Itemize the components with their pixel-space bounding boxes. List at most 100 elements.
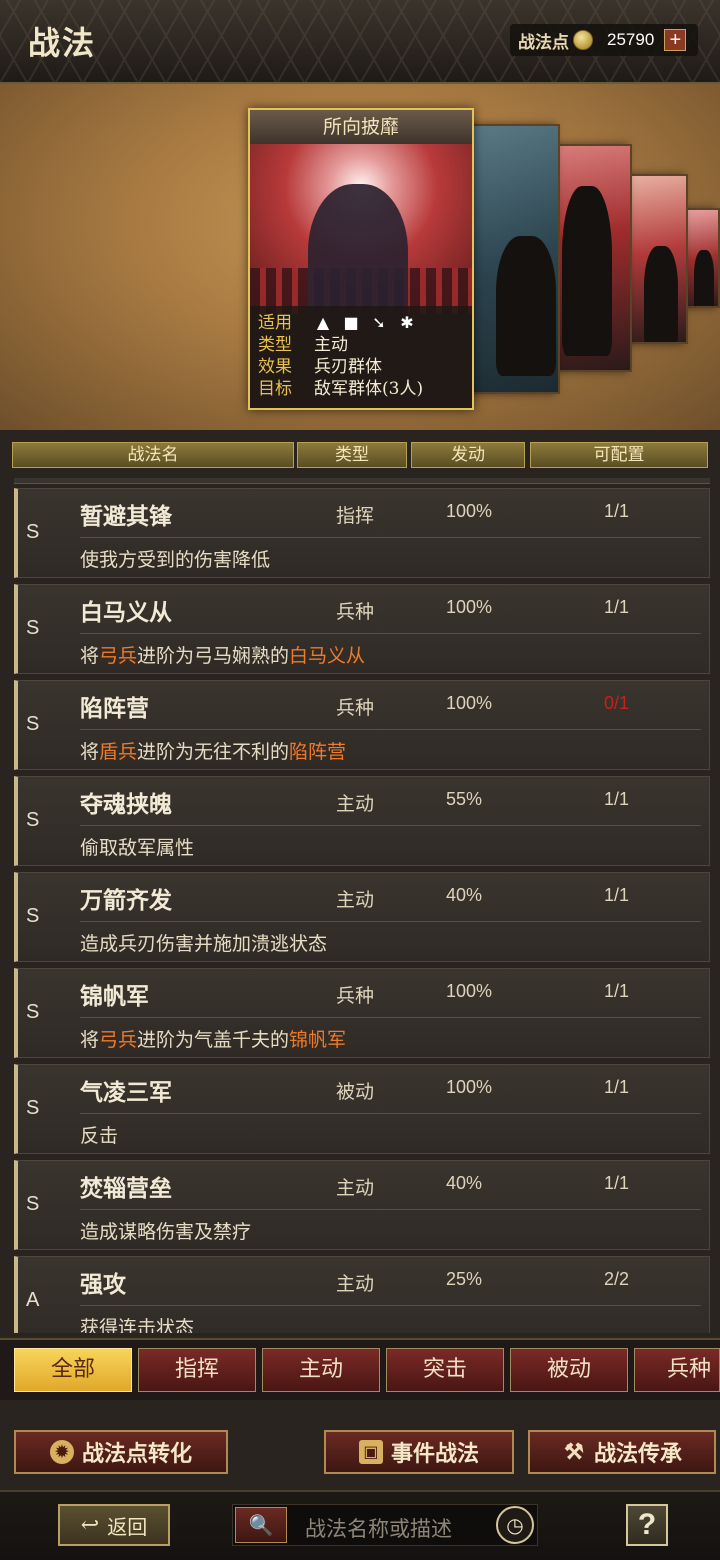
tactic-config: 1/1 xyxy=(604,501,630,521)
tactic-config: 0/1 xyxy=(604,693,630,713)
convert-points-button[interactable]: ✹ 战法点转化 xyxy=(14,1430,228,1474)
side-card[interactable] xyxy=(556,144,632,372)
grade-badge: A xyxy=(26,1289,40,1311)
list-item[interactable]: S 夺魂挟魄 主动 55% 1/1 偷取敌军属性 xyxy=(14,776,710,866)
list-item[interactable]: S 锦帆军 兵种 100% 1/1 将弓兵进阶为气盖千夫的锦帆军 xyxy=(14,968,710,1058)
inherit-tactics-label: 战法传承 xyxy=(593,1441,682,1467)
grade-badge: S xyxy=(26,1193,40,1215)
card-carousel[interactable]: 所向披靡 适用 ▲ ■ ➘ ✱ 类型 主动 效果 兵刃群体 目标 敌军群体(3人… xyxy=(0,84,720,430)
tab-command[interactable]: 指挥 xyxy=(138,1348,256,1392)
row-divider xyxy=(80,729,701,730)
tactic-rate: 55% xyxy=(446,789,483,809)
row-divider xyxy=(80,1209,701,1210)
effect-label: 效果 xyxy=(258,357,292,377)
tactic-description: 造成兵刃伤害并施加溃逃状态 xyxy=(80,933,328,955)
list-item[interactable]: S 暂避其锋 指挥 100% 1/1 使我方受到的伤害降低 xyxy=(14,488,710,578)
side-card[interactable] xyxy=(628,174,688,344)
list-item[interactable]: S 气凌三军 被动 100% 1/1 反击 xyxy=(14,1064,710,1154)
list-item[interactable]: S 万箭齐发 主动 40% 1/1 造成兵刃伤害并施加溃逃状态 xyxy=(14,872,710,962)
card-info-panel: 适用 ▲ ■ ➘ ✱ 类型 主动 效果 兵刃群体 目标 敌军群体(3人) xyxy=(250,306,472,408)
tactic-list[interactable]: S 暂避其锋 指挥 100% 1/1 使我方受到的伤害降低 S 白马义从 兵种 … xyxy=(0,478,720,1333)
action-bar: ✹ 战法点转化 ▣ 事件战法 ⚒ 战法传承 xyxy=(0,1412,720,1490)
search-input[interactable]: 🔍 战法名称或描述 xyxy=(232,1504,538,1546)
list-item[interactable]: A 强攻 主动 25% 2/2 获得连击状态 xyxy=(14,1256,710,1333)
side-card[interactable] xyxy=(684,208,720,308)
tactic-name: 万箭齐发 xyxy=(80,887,172,914)
search-icon[interactable]: 🔍 xyxy=(235,1507,287,1543)
row-divider xyxy=(80,1017,701,1018)
tab-troop[interactable]: 兵种 xyxy=(634,1348,720,1392)
tab-active[interactable]: 主动 xyxy=(262,1348,380,1392)
back-arrow-icon: ↩ xyxy=(80,1512,100,1538)
tactic-type: 指挥 xyxy=(336,505,375,527)
tactic-type: 主动 xyxy=(336,1177,375,1199)
history-clock-icon[interactable]: ◷ xyxy=(496,1506,534,1544)
list-item[interactable]: S 白马义从 兵种 100% 1/1 将弓兵进阶为弓马娴熟的白马义从 xyxy=(14,584,710,674)
grade-badge: S xyxy=(26,713,40,735)
tactic-rate: 25% xyxy=(446,1269,483,1289)
top-bar: 战法 战法点 25790 + xyxy=(0,0,720,84)
list-item[interactable]: S 焚辎营垒 主动 40% 1/1 造成谋略伤害及禁疗 xyxy=(14,1160,710,1250)
filter-tabs: 全部 指挥 主动 突击 被动 兵种 xyxy=(0,1338,720,1400)
grade-badge: S xyxy=(26,1097,40,1119)
help-button[interactable]: ? xyxy=(626,1504,668,1546)
tactic-name: 锦帆军 xyxy=(80,983,149,1010)
shield-icon: ■ xyxy=(343,313,359,332)
target-label: 目标 xyxy=(258,379,292,399)
unit-icons: ▲ ■ ➘ ✱ xyxy=(314,312,416,334)
convert-points-label: 战法点转化 xyxy=(81,1441,192,1467)
tactic-config: 1/1 xyxy=(604,789,630,809)
tactic-config: 1/1 xyxy=(604,885,630,905)
back-label: 返回 xyxy=(107,1514,148,1539)
inherit-tactics-button[interactable]: ⚒ 战法传承 xyxy=(528,1430,716,1474)
type-value: 主动 xyxy=(314,335,348,355)
applicable-label: 适用 xyxy=(258,313,292,333)
tab-all[interactable]: 全部 xyxy=(14,1348,132,1392)
header-tactic-name[interactable]: 战法名 xyxy=(12,442,294,468)
back-button[interactable]: ↩ 返回 xyxy=(58,1504,170,1546)
tactic-description: 将弓兵进阶为气盖千夫的锦帆军 xyxy=(80,1029,347,1051)
event-tactics-button[interactable]: ▣ 事件战法 xyxy=(324,1430,514,1474)
tactic-points-display: 战法点 25790 + xyxy=(510,24,698,56)
tactic-description: 获得连击状态 xyxy=(80,1317,195,1333)
selected-tactic-card[interactable]: 所向披靡 适用 ▲ ■ ➘ ✱ 类型 主动 效果 兵刃群体 目标 敌军群体(3人… xyxy=(248,108,474,410)
tactic-description: 偷取敌军属性 xyxy=(80,837,195,859)
tactic-name: 暂避其锋 xyxy=(80,503,172,530)
points-label: 战法点 xyxy=(518,32,569,53)
tactic-rate: 40% xyxy=(446,1173,483,1193)
add-points-button[interactable]: + xyxy=(664,29,687,51)
tactic-type: 主动 xyxy=(336,1273,375,1295)
grade-badge: S xyxy=(26,1001,40,1023)
header-type[interactable]: 类型 xyxy=(297,442,407,468)
tactic-type: 主动 xyxy=(336,889,375,911)
tactic-type: 兵种 xyxy=(336,697,375,719)
tactic-rate: 100% xyxy=(446,981,493,1001)
wheel-icon: ✱ xyxy=(400,313,414,332)
tactic-type: 被动 xyxy=(336,1081,375,1103)
tactic-name: 夺魂挟魄 xyxy=(80,791,172,818)
tactic-name: 白马义从 xyxy=(80,599,172,626)
row-divider xyxy=(80,1305,701,1306)
figure-silhouette xyxy=(644,246,678,342)
tactic-rate: 100% xyxy=(446,693,493,713)
list-item[interactable]: S 陷阵营 兵种 100% 0/1 将盾兵进阶为无往不利的陷阵营 xyxy=(14,680,710,770)
side-card[interactable] xyxy=(470,124,560,394)
bow-icon: ➘ xyxy=(372,313,386,332)
target-value: 敌军群体(3人) xyxy=(314,379,424,399)
tab-assault[interactable]: 突击 xyxy=(386,1348,504,1392)
tactic-type: 兵种 xyxy=(336,985,375,1007)
header-configurable[interactable]: 可配置 xyxy=(530,442,708,468)
tactic-type: 兵种 xyxy=(336,601,375,623)
tactic-name: 陷阵营 xyxy=(80,695,149,722)
tactic-description: 反击 xyxy=(80,1125,119,1147)
tactic-config: 1/1 xyxy=(604,1077,630,1097)
row-divider xyxy=(80,825,701,826)
header-trigger-rate[interactable]: 发动 xyxy=(411,442,525,468)
tactic-type: 主动 xyxy=(336,793,375,815)
tab-passive[interactable]: 被动 xyxy=(510,1348,628,1392)
event-tactics-label: 事件战法 xyxy=(390,1441,479,1467)
tactic-description: 将弓兵进阶为弓马娴熟的白马义从 xyxy=(80,645,366,667)
figure-silhouette xyxy=(496,236,556,376)
grade-badge: S xyxy=(26,617,40,639)
tactic-description: 造成谋略伤害及禁疗 xyxy=(80,1221,252,1243)
